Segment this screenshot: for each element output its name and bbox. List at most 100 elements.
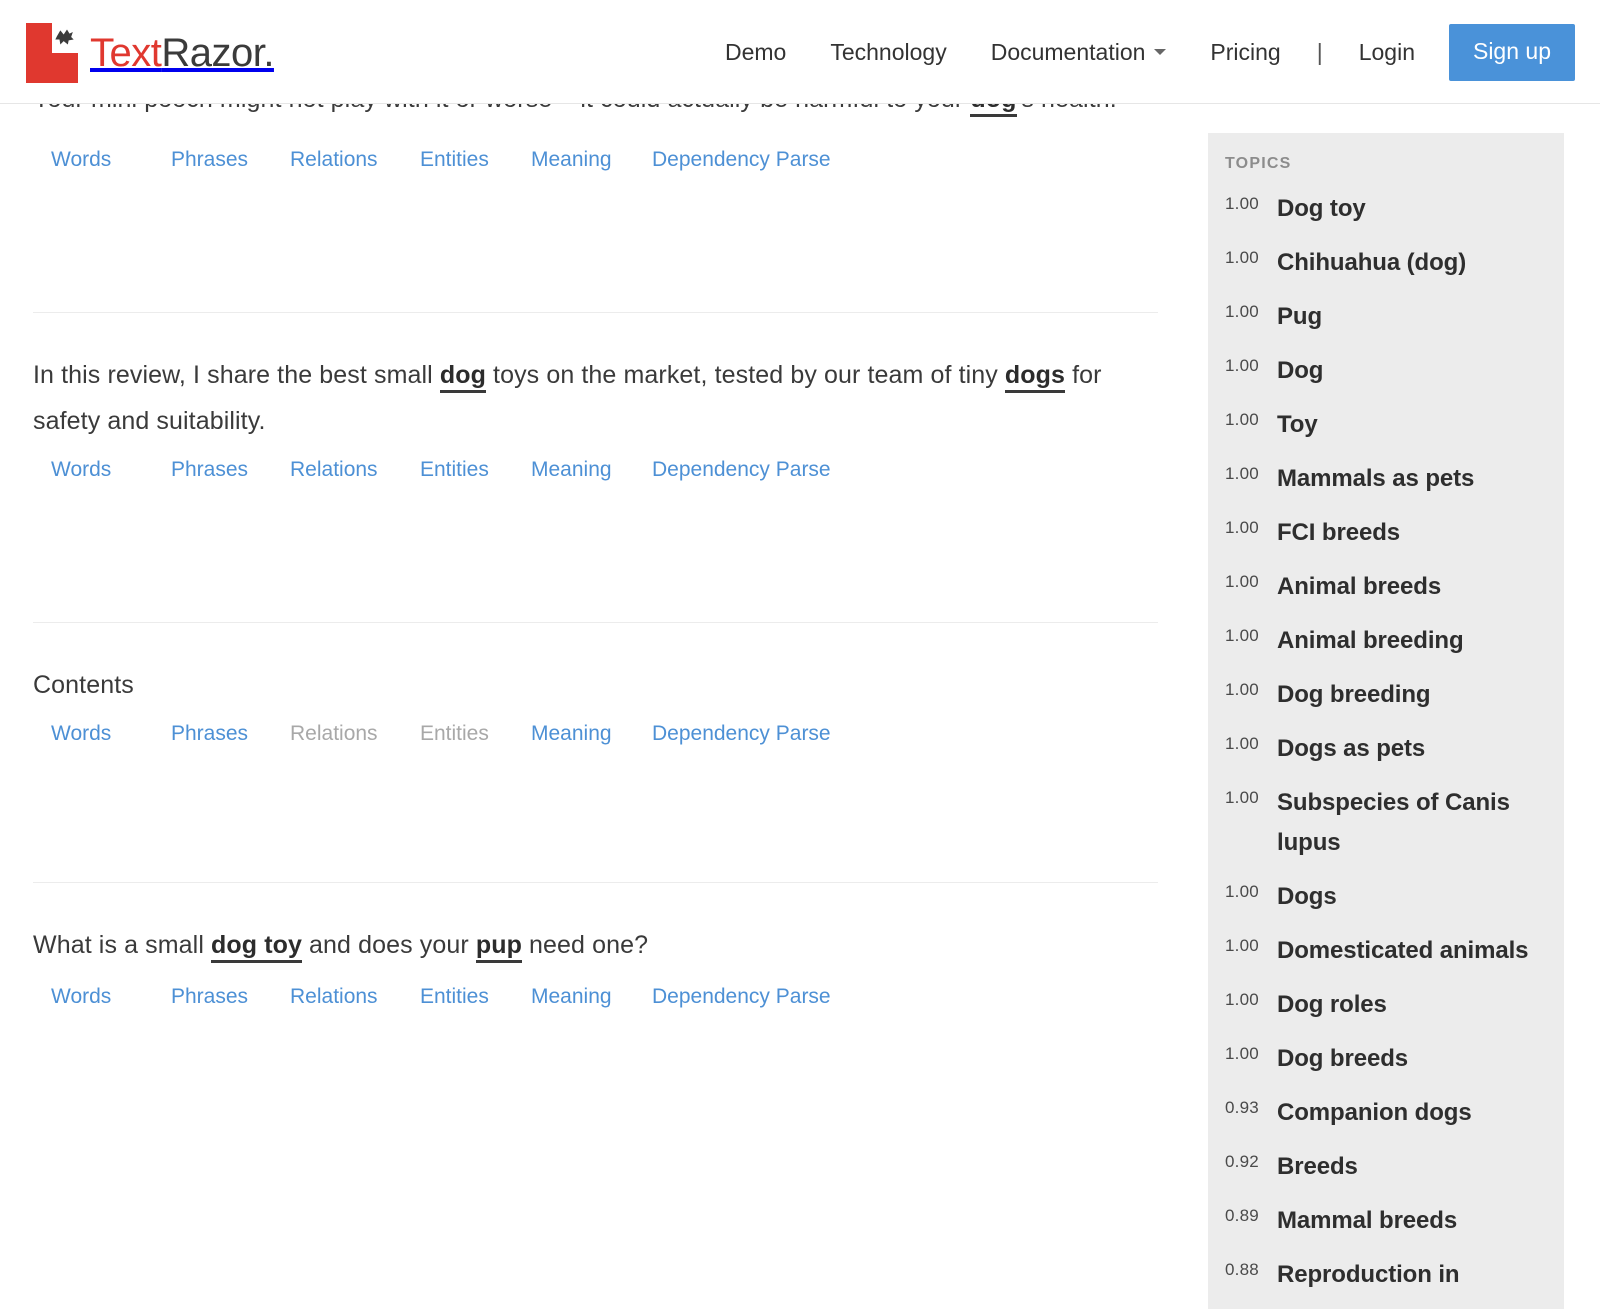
sentence-text: toys on the market, tested by our team o…	[486, 361, 1005, 389]
logo-wordmark: TextRazor.	[90, 33, 274, 73]
topic-score: 1.00	[1225, 621, 1277, 646]
topic-row[interactable]: 1.00Subspecies of Canis lupus	[1208, 783, 1564, 863]
tab-entities-block-2[interactable]: Entities	[420, 458, 489, 482]
topic-row[interactable]: 1.00Animal breeding	[1208, 621, 1564, 661]
topic-label: Dog breeding	[1277, 675, 1430, 715]
tab-words-block-4[interactable]: Words	[51, 985, 111, 1009]
topic-label: Domesticated animals	[1277, 931, 1528, 971]
tab-words-block-2[interactable]: Words	[51, 458, 111, 482]
topic-row[interactable]: 0.92Breeds	[1208, 1147, 1564, 1187]
tab-phrases-block-2[interactable]: Phrases	[171, 458, 248, 482]
site-header: TextRazor. Demo Technology Documentation…	[0, 0, 1600, 104]
tab-relations-block-1[interactable]: Relations	[290, 148, 378, 172]
entity-mention[interactable]: pup	[476, 931, 522, 963]
topic-row[interactable]: 1.00Domesticated animals	[1208, 931, 1564, 971]
topic-score: 1.00	[1225, 351, 1277, 376]
nav-item-technology-label: Technology	[830, 39, 946, 66]
analysis-block-2: In this review, I share the best small d…	[33, 352, 1158, 444]
tab-meaning-block-2[interactable]: Meaning	[531, 458, 612, 482]
entity-mention[interactable]: dog toy	[211, 931, 302, 963]
topic-label: Dog	[1277, 351, 1323, 391]
topic-label: Subspecies of Canis lupus	[1277, 783, 1550, 863]
topic-label: Dog roles	[1277, 985, 1387, 1025]
topic-label: Dog toy	[1277, 189, 1366, 229]
login-link[interactable]: Login	[1337, 39, 1437, 66]
topic-row[interactable]: 1.00Animal breeds	[1208, 567, 1564, 607]
topic-label: Reproduction in	[1277, 1255, 1460, 1295]
sentence-text: In this review, I share the best small	[33, 361, 440, 389]
topic-score: 0.88	[1225, 1255, 1277, 1280]
entity-mention[interactable]: dogs	[1005, 361, 1065, 393]
analysis-tabs-block-2: Words Phrases Relations Entities Meaning Depe…	[33, 458, 1158, 488]
topic-score: 1.00	[1225, 985, 1277, 1010]
analysis-block-3: Contents	[33, 662, 1158, 708]
nav-item-pricing[interactable]: Pricing	[1188, 39, 1302, 66]
tab-relations-block-4[interactable]: Relations	[290, 985, 378, 1009]
analysis-tabs-block-4: Words Phrases Relations Entities Meaning Depe…	[33, 985, 1158, 1015]
site-logo[interactable]: TextRazor.	[26, 22, 274, 84]
tab-entities-block-4[interactable]: Entities	[420, 985, 489, 1009]
sentence-block-2: In this review, I share the best small d…	[33, 352, 1158, 444]
topic-row[interactable]: 1.00Dog roles	[1208, 985, 1564, 1025]
topic-score: 1.00	[1225, 675, 1277, 700]
tab-dependency-parse-block-4[interactable]: Dependency Parse	[652, 985, 831, 1009]
sentence-block-4: What is a small dog toy and does your pu…	[33, 922, 1158, 968]
topic-row[interactable]: 1.00Dogs	[1208, 877, 1564, 917]
topic-row[interactable]: 1.00Toy	[1208, 405, 1564, 445]
login-link-label: Login	[1359, 39, 1415, 66]
tab-phrases-block-1[interactable]: Phrases	[171, 148, 248, 172]
logo-text-primary: Text	[90, 31, 161, 75]
topic-score: 1.00	[1225, 931, 1277, 956]
block-divider	[33, 312, 1158, 313]
topic-row[interactable]: 1.00Dog breeds	[1208, 1039, 1564, 1079]
analysis-tabs-block-1: Words Phrases Relations Entities Meaning Depe…	[33, 148, 1158, 178]
topic-label: Companion dogs	[1277, 1093, 1472, 1133]
topic-label: Breeds	[1277, 1147, 1358, 1187]
tab-dependency-parse-block-2[interactable]: Dependency Parse	[652, 458, 831, 482]
topic-row[interactable]: 1.00FCI breeds	[1208, 513, 1564, 553]
topic-row[interactable]: 1.00Chihuahua (dog)	[1208, 243, 1564, 283]
topic-row[interactable]: 0.88Reproduction in	[1208, 1255, 1564, 1295]
topic-label: Dog breeds	[1277, 1039, 1408, 1079]
topic-label: Animal breeds	[1277, 567, 1441, 607]
topic-row[interactable]: 1.00Pug	[1208, 297, 1564, 337]
tab-relations-block-3: Relations	[290, 722, 378, 746]
sentence-text: What is a small	[33, 931, 211, 959]
topic-score: 1.00	[1225, 459, 1277, 484]
tab-dependency-parse-block-1[interactable]: Dependency Parse	[652, 148, 831, 172]
nav-item-technology[interactable]: Technology	[808, 39, 968, 66]
entity-mention[interactable]: dog	[440, 361, 486, 393]
topic-row[interactable]: 1.00Dog breeding	[1208, 675, 1564, 715]
topic-row[interactable]: 1.00Dogs as pets	[1208, 729, 1564, 769]
signup-button[interactable]: Sign up	[1449, 24, 1575, 81]
topic-score: 1.00	[1225, 297, 1277, 322]
block-divider	[33, 622, 1158, 623]
nav-item-pricing-label: Pricing	[1210, 39, 1280, 66]
topic-score: 1.00	[1225, 405, 1277, 430]
topic-label: Mammal breeds	[1277, 1201, 1457, 1241]
tab-words-block-3[interactable]: Words	[51, 722, 111, 746]
topic-row[interactable]: 1.00Dog toy	[1208, 189, 1564, 229]
tab-dependency-parse-block-3[interactable]: Dependency Parse	[652, 722, 831, 746]
tab-relations-block-2[interactable]: Relations	[290, 458, 378, 482]
main-navigation: Demo Technology Documentation Pricing | …	[703, 0, 1575, 104]
nav-item-documentation[interactable]: Documentation	[969, 39, 1189, 66]
topic-row[interactable]: 1.00Mammals as pets	[1208, 459, 1564, 499]
sentence-text: and does your	[302, 931, 476, 959]
nav-item-demo[interactable]: Demo	[703, 39, 808, 66]
topic-label: Dogs	[1277, 877, 1337, 917]
topic-row[interactable]: 0.89Mammal breeds	[1208, 1201, 1564, 1241]
topic-label: Dogs as pets	[1277, 729, 1425, 769]
topic-row[interactable]: 0.93Companion dogs	[1208, 1093, 1564, 1133]
tab-meaning-block-3[interactable]: Meaning	[531, 722, 612, 746]
topic-label: FCI breeds	[1277, 513, 1400, 553]
tab-words-block-1[interactable]: Words	[51, 148, 111, 172]
tab-entities-block-3: Entities	[420, 722, 489, 746]
tab-entities-block-1[interactable]: Entities	[420, 148, 489, 172]
tab-phrases-block-4[interactable]: Phrases	[171, 985, 248, 1009]
tab-meaning-block-1[interactable]: Meaning	[531, 148, 612, 172]
textrazor-logo-icon	[26, 23, 78, 83]
tab-phrases-block-3[interactable]: Phrases	[171, 722, 248, 746]
tab-meaning-block-4[interactable]: Meaning	[531, 985, 612, 1009]
topic-row[interactable]: 1.00Dog	[1208, 351, 1564, 391]
